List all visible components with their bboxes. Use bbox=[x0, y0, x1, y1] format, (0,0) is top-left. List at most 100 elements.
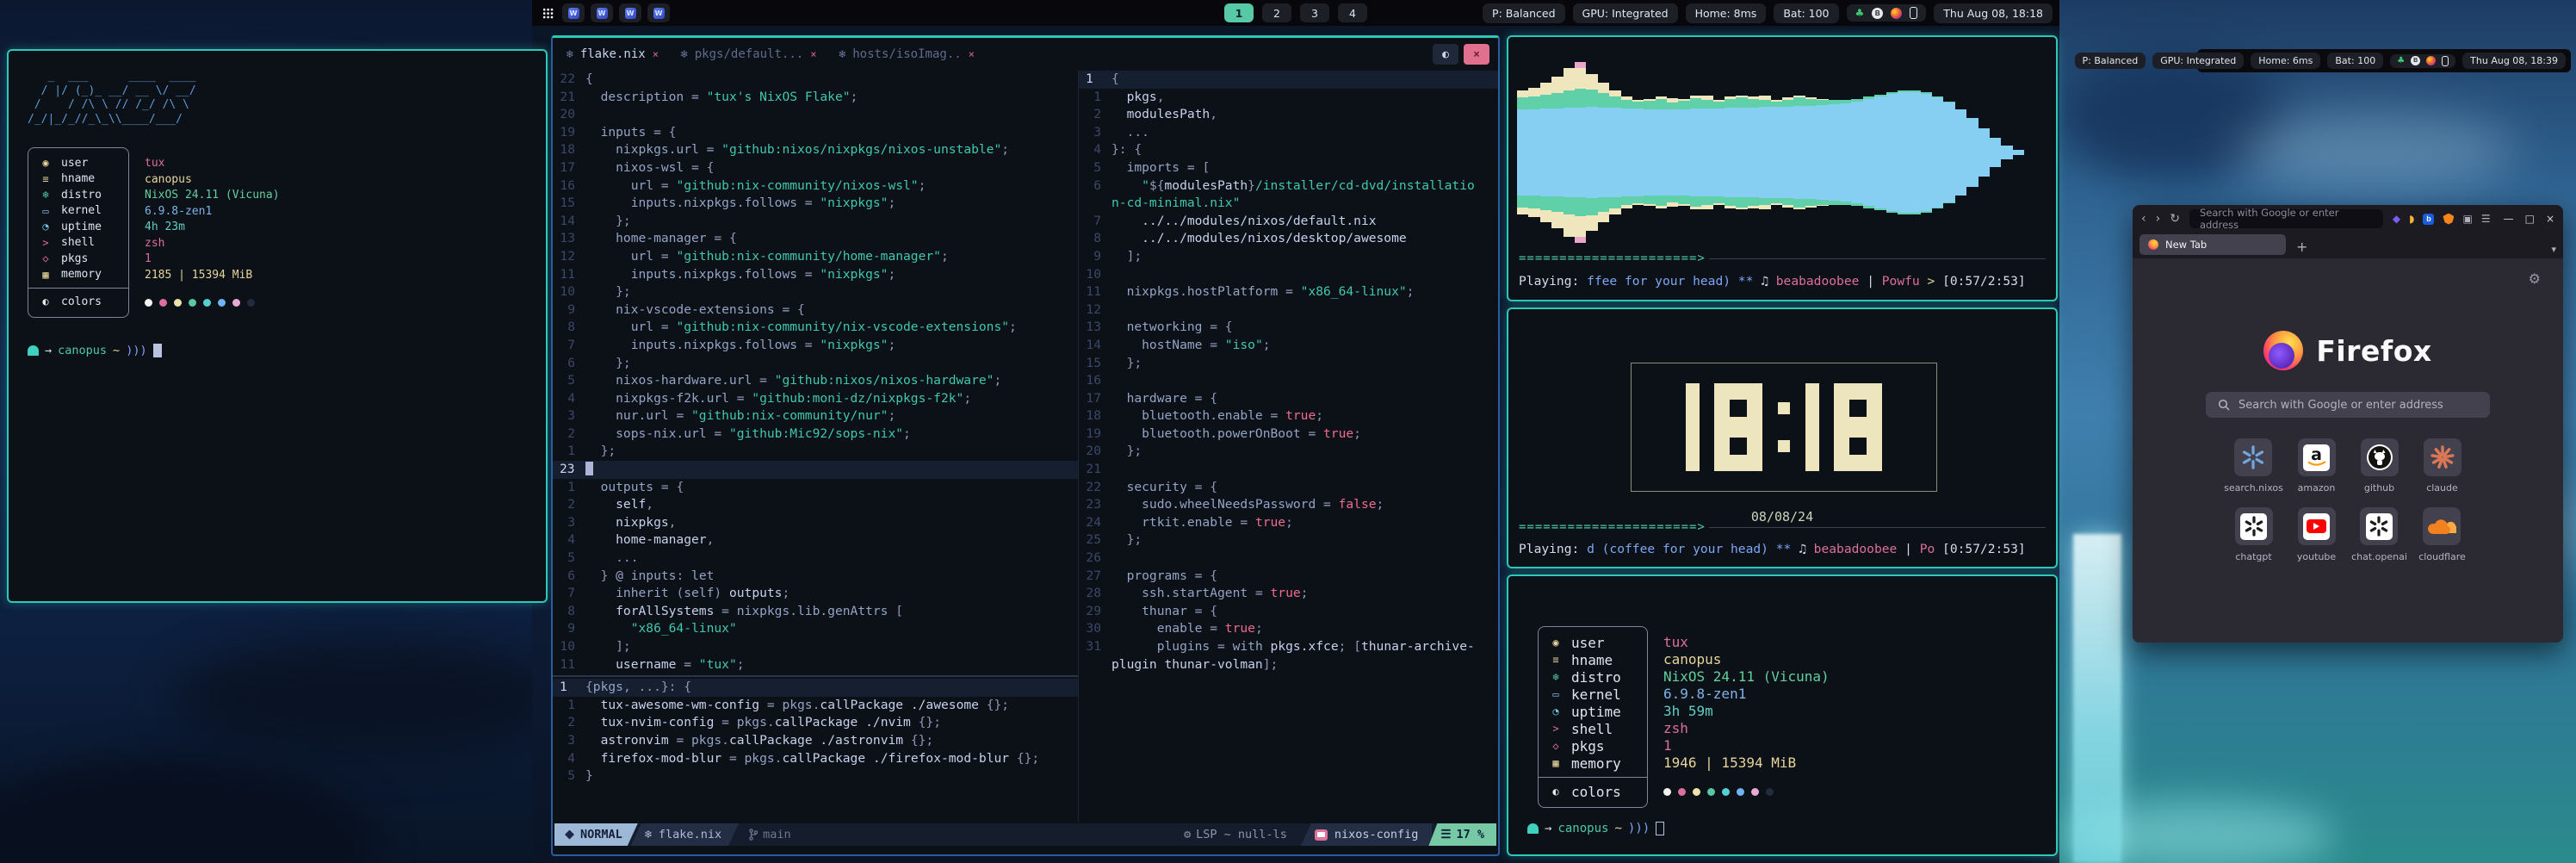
dial-tile-claude[interactable]: claude bbox=[2424, 438, 2461, 494]
dial-tile-amazon[interactable]: aamazon bbox=[2298, 438, 2336, 494]
dial-tile-chatgpt[interactable]: chatgpt bbox=[2235, 507, 2273, 562]
code-line: 9 "x86_64-linux" bbox=[553, 620, 1078, 638]
dial-tile-youtube[interactable]: youtube bbox=[2297, 507, 2336, 562]
taskbar-app-icon[interactable]: W bbox=[591, 3, 613, 22]
status-module: Bat: 100 bbox=[2327, 53, 2383, 69]
taskbar-app-icon[interactable]: W bbox=[619, 3, 641, 22]
workspace-2[interactable]: 2 bbox=[1262, 3, 1291, 22]
page-settings-gear-icon[interactable]: ⚙ bbox=[2529, 270, 2541, 287]
clock-chip[interactable]: Thu Aug 08, 18:18 bbox=[1934, 3, 2053, 23]
code-line: 6 "${modulesPath}/installer/cd-dvd/insta… bbox=[1079, 177, 1498, 196]
code-line: n-cd-minimal.nix" bbox=[1079, 195, 1498, 213]
tab-close-icon[interactable]: × bbox=[810, 48, 816, 60]
cava-bar bbox=[1713, 100, 1725, 205]
phone-icon[interactable] bbox=[1910, 7, 1917, 19]
color-profile-icon[interactable] bbox=[2426, 56, 2436, 65]
network-icon[interactable]: ♣ bbox=[2397, 56, 2405, 65]
dial-tile-label: github bbox=[2364, 482, 2394, 494]
cava-bar bbox=[1990, 138, 2001, 167]
terminal-cava-window[interactable]: ======================> Playing: ffee fo… bbox=[1507, 35, 2058, 301]
bluetooth-icon[interactable]: B bbox=[1872, 8, 1883, 19]
neovim-window[interactable]: ❄flake.nix× ❄pkgs/default...× ❄hosts/isoIm… bbox=[551, 35, 1500, 856]
buffer-close-button[interactable]: × bbox=[1464, 44, 1489, 65]
extension-icon[interactable]: ◗ bbox=[2409, 213, 2414, 225]
dial-tile-cloudflare[interactable]: cloudflare bbox=[2418, 507, 2466, 562]
code-line: 20 }; bbox=[1079, 443, 1498, 461]
editor-area[interactable]: 22{21 description = "tux's NixOS Flake";… bbox=[553, 71, 1498, 822]
fetch-row-distro: ❄distro bbox=[39, 187, 118, 203]
buffer-tab-hosts/isoImag..[interactable]: ❄hosts/isoImag..× bbox=[839, 47, 975, 61]
search-bar[interactable]: Search with Google or enter address bbox=[2206, 392, 2490, 418]
maximize-button[interactable]: □ bbox=[2525, 213, 2535, 225]
phone-icon[interactable] bbox=[2442, 56, 2449, 66]
shell-icon: > bbox=[39, 237, 53, 249]
buffer-pick-button[interactable]: ◐ bbox=[1433, 44, 1458, 65]
new-tab-button[interactable]: + bbox=[2296, 239, 2307, 255]
reload-button[interactable]: ↻ bbox=[2170, 212, 2180, 226]
tab-close-icon[interactable]: × bbox=[969, 48, 975, 60]
split-pkgs-default[interactable]: 1{pkgs, ...}: {1 tux-awesome-wm-config =… bbox=[553, 679, 1078, 785]
launcher-grid-icon[interactable] bbox=[542, 8, 554, 19]
window-separator[interactable] bbox=[553, 675, 1078, 677]
dial-tile-chat.openai[interactable]: chat.openai bbox=[2351, 507, 2407, 562]
split-hosts-iso[interactable]: 1{1 pkgs,2 modulesPath,3 ...4}: {5 impor… bbox=[1079, 71, 1498, 674]
firefox-window[interactable]: ‹ › ↻ Search with Google or enter addres… bbox=[2133, 205, 2563, 643]
fetch-row-pkgs: ◇pkgs bbox=[39, 251, 118, 267]
taskbar-app-icon[interactable]: W bbox=[562, 3, 585, 22]
split-flake-nix[interactable]: 22{21 description = "tux's NixOS Flake";… bbox=[553, 71, 1078, 785]
system-tray[interactable]: ♣ B bbox=[1847, 4, 1927, 22]
fetch-value-memory: 1946 | 15394 MiB bbox=[1663, 754, 1830, 772]
dial-tile-label: claude bbox=[2426, 482, 2458, 494]
buffer-tab-flake.nix[interactable]: ❄flake.nix× bbox=[567, 47, 659, 61]
tab-new-tab[interactable]: New Tab bbox=[2139, 234, 2286, 255]
shell-prompt[interactable]: → canopus ~ ))) bbox=[1527, 822, 1664, 835]
distro-icon: ❄ bbox=[1549, 671, 1563, 683]
clock-digit-8 bbox=[1834, 383, 1882, 471]
code-line: 11 nixpkgs.hostPlatform = "x86_64-linux"… bbox=[1079, 283, 1498, 301]
tab-list-chevron-icon[interactable]: ▾ bbox=[2551, 244, 2556, 255]
cava-bar bbox=[1551, 77, 1563, 228]
bufferline: ❄flake.nix× ❄pkgs/default...× ❄hosts/isoIm… bbox=[553, 38, 1498, 71]
cava-bar bbox=[1898, 90, 1909, 214]
cava-bar bbox=[2001, 146, 2012, 159]
menu-icon[interactable]: ☰ bbox=[2481, 213, 2491, 225]
tab-close-icon[interactable]: × bbox=[653, 48, 659, 60]
bitwarden-icon[interactable]: b bbox=[2423, 214, 2434, 225]
network-icon[interactable]: ♣ bbox=[1855, 7, 1865, 19]
buffer-tab-pkgs/default...[interactable]: ❄pkgs/default...× bbox=[681, 47, 817, 61]
workspace-1[interactable]: 1 bbox=[1224, 3, 1254, 22]
workspace-3[interactable]: 3 bbox=[1300, 3, 1329, 22]
dial-tile-github[interactable]: github bbox=[2361, 438, 2399, 494]
extensions-puzzle-icon[interactable]: ▣ bbox=[2462, 213, 2472, 225]
cava-bar bbox=[1517, 90, 1528, 214]
code-line: 24 rtkit.enable = true; bbox=[1079, 514, 1498, 532]
extension-icon[interactable]: ◆ bbox=[2393, 213, 2400, 225]
new-tab-page: ⚙ Firefox Search with Google or enter ad… bbox=[2133, 258, 2563, 643]
status-module: Bat: 100 bbox=[1774, 3, 1838, 23]
clock-chip-2[interactable]: Thu Aug 08, 18:39 bbox=[2462, 53, 2566, 69]
cava-bar bbox=[1840, 100, 1851, 205]
workspace-4[interactable]: 4 bbox=[1338, 3, 1367, 22]
fetch-value-kernel: 6.9.8-zen1 bbox=[145, 203, 280, 220]
dial-tile-search.nixos[interactable]: search.nixos bbox=[2224, 438, 2283, 494]
terminal-fastfetch-window[interactable]: _ ___ ____ ____ / |/ (_)_ __/ __ \/ __/ … bbox=[7, 49, 548, 603]
shell-prompt[interactable]: → canopus ~ ))) bbox=[28, 344, 546, 357]
minimize-button[interactable]: — bbox=[2504, 213, 2514, 225]
url-bar[interactable]: Search with Google or enter address bbox=[2189, 209, 2383, 228]
close-button[interactable]: × bbox=[2546, 213, 2554, 225]
color-profile-icon[interactable] bbox=[1891, 8, 1902, 19]
code-line: 4 nixpkgs-f2k.url = "github:moni-dz/nixp… bbox=[553, 390, 1078, 408]
fetch-row-uptime: ◔uptime bbox=[39, 219, 118, 235]
dial-tile-label: cloudflare bbox=[2418, 551, 2466, 562]
desktop: WWWW 1234 P: BalancedGPU: IntegratedHome… bbox=[0, 0, 2576, 863]
back-button[interactable]: ‹ bbox=[2141, 212, 2146, 226]
system-tray-2[interactable]: ♣ B bbox=[2390, 54, 2455, 68]
taskbar-app-icon[interactable]: W bbox=[647, 3, 670, 22]
terminal-fetch-window[interactable]: ◉user≡hname❄distro▭kernel◔uptime>shell◇p… bbox=[1507, 574, 2058, 856]
metamask-icon[interactable] bbox=[2443, 214, 2454, 225]
terminal-clock-window[interactable]: 08/08/24 ======================> Playing… bbox=[1507, 307, 2058, 568]
forward-button[interactable]: › bbox=[2156, 212, 2161, 226]
bluetooth-icon[interactable]: B bbox=[2411, 56, 2420, 65]
code-line: 7 inputs.nixpkgs.follows = "nixpkgs"; bbox=[553, 337, 1078, 355]
workspace-switcher: 1234 bbox=[1224, 3, 1367, 22]
